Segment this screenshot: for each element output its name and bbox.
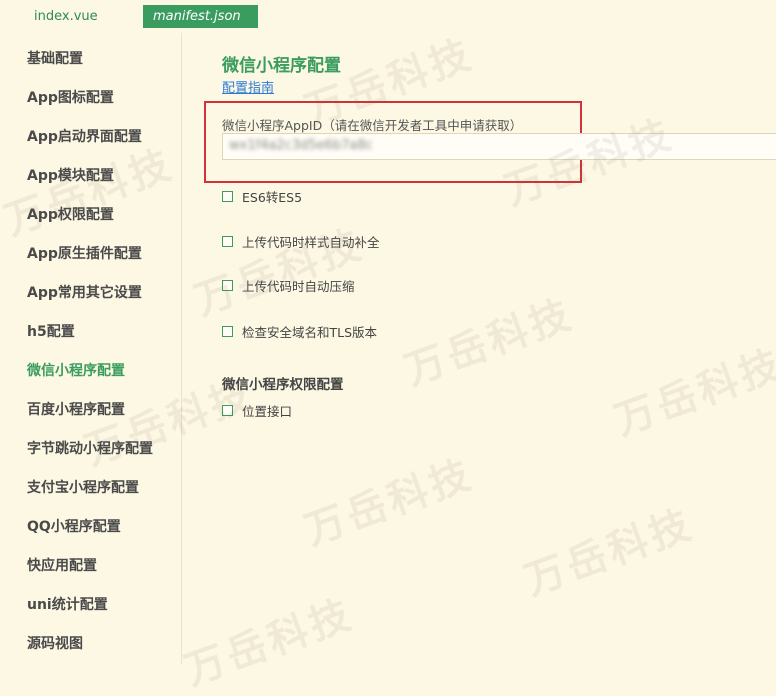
sidebar-item-toutiao-mp[interactable]: 字节跳动小程序配置 <box>27 438 153 460</box>
sidebar-item-baidu-mp[interactable]: 百度小程序配置 <box>27 399 125 421</box>
tab-label: manifest.json <box>153 9 241 24</box>
sidebar-item-app-other-settings[interactable]: App常用其它设置 <box>27 282 142 304</box>
option-label: 上传代码时样式自动补全 <box>242 234 380 250</box>
sidebar-item-alipay-mp[interactable]: 支付宝小程序配置 <box>27 477 139 499</box>
editor-tab-bar: index.vue manifest.json <box>0 0 776 33</box>
option-label: 检查安全域名和TLS版本 <box>242 324 378 340</box>
option-location-permission[interactable]: 位置接口 <box>222 401 292 419</box>
checkbox[interactable] <box>222 325 233 337</box>
option-url-check[interactable]: 检查安全域名和TLS版本 <box>222 322 377 340</box>
checkbox[interactable] <box>222 190 233 202</box>
sidebar-item-app-modules[interactable]: App模块配置 <box>27 165 114 187</box>
sidebar-item-quickapp[interactable]: 快应用配置 <box>27 555 97 577</box>
sidebar-item-source-view[interactable]: 源码视图 <box>27 633 83 655</box>
option-label: 位置接口 <box>242 403 293 419</box>
option-es6-to-es5[interactable]: ES6转ES5 <box>222 187 302 205</box>
sidebar-item-app-permissions[interactable]: App权限配置 <box>27 204 114 226</box>
option-label: 上传代码时自动压缩 <box>242 278 355 294</box>
sidebar-item-app-native-plugins[interactable]: App原生插件配置 <box>27 243 142 265</box>
appid-value-blurred: wx1f4a2c3d5e6b7a8c <box>229 138 373 153</box>
page-title: 微信小程序配置 <box>222 56 341 76</box>
sidebar-item-app-splash[interactable]: App启动界面配置 <box>27 126 142 148</box>
sidebar-item-basic[interactable]: 基础配置 <box>27 48 83 70</box>
permissions-section-title: 微信小程序权限配置 <box>222 377 344 393</box>
option-minified[interactable]: 上传代码时自动压缩 <box>222 276 355 294</box>
sidebar-item-qq-mp[interactable]: QQ小程序配置 <box>27 516 121 538</box>
tab-index-vue[interactable]: index.vue <box>0 5 140 28</box>
sidebar-item-h5[interactable]: h5配置 <box>27 321 75 343</box>
option-label: ES6转ES5 <box>242 189 303 205</box>
sidebar-item-app-icon[interactable]: App图标配置 <box>27 87 114 109</box>
checkbox[interactable] <box>222 235 233 247</box>
tab-manifest-json[interactable]: manifest.json <box>143 5 258 28</box>
appid-input[interactable]: wx1f4a2c3d5e6b7a8c <box>222 133 776 160</box>
sidebar-item-uni-stat[interactable]: uni统计配置 <box>27 594 108 616</box>
tab-label: index.vue <box>34 9 98 24</box>
config-sidebar: 基础配置 App图标配置 App启动界面配置 App模块配置 App权限配置 A… <box>0 33 182 664</box>
checkbox[interactable] <box>222 279 233 291</box>
config-main-panel: 微信小程序配置 配置指南 微信小程序AppID（请在微信开发者工具中申请获取） … <box>182 33 776 664</box>
checkbox[interactable] <box>222 404 233 416</box>
appid-label: 微信小程序AppID（请在微信开发者工具中申请获取） <box>222 118 523 133</box>
option-postcss[interactable]: 上传代码时样式自动补全 <box>222 232 380 250</box>
config-guide-link[interactable]: 配置指南 <box>222 77 274 96</box>
sidebar-item-weixin-mp[interactable]: 微信小程序配置 <box>27 360 125 382</box>
